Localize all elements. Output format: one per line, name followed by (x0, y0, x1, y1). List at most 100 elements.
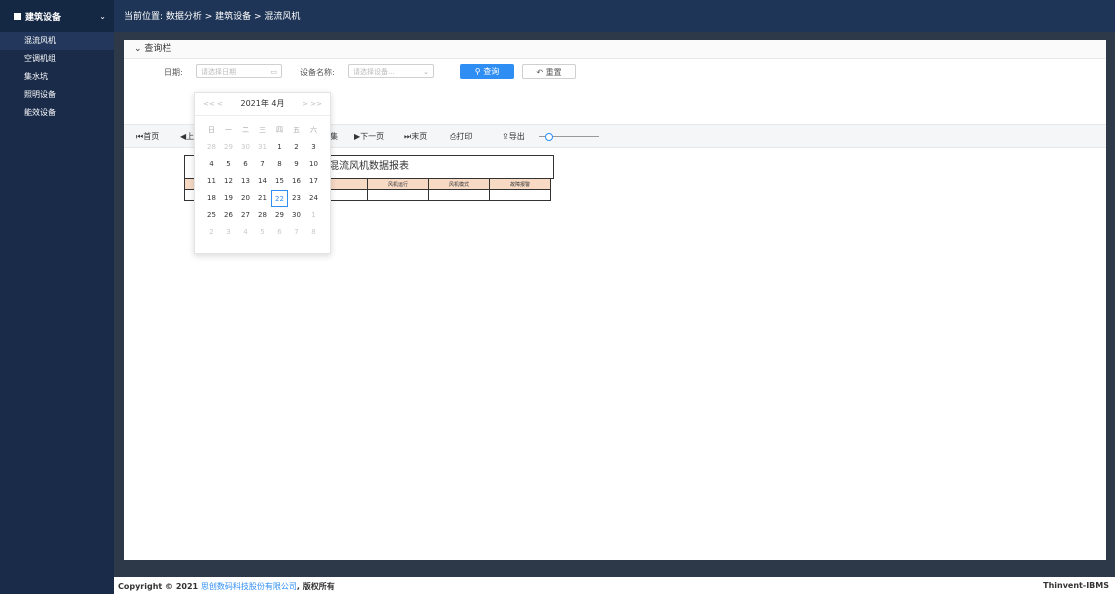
calendar-day[interactable]: 23 (288, 190, 305, 207)
reset-button[interactable]: ↶ 重置 (522, 64, 576, 79)
sidebar-item-sump[interactable]: 集水坑 (0, 68, 114, 86)
app-brand[interactable]: 建筑设备 ⌄ (0, 0, 114, 32)
next-page-button[interactable]: ▶下一页 (354, 131, 384, 142)
toolbar-partial-item[interactable]: 集 (330, 131, 338, 142)
calendar-day[interactable]: 10 (305, 156, 322, 173)
export-icon: ⇪ (502, 132, 509, 141)
last-page-button[interactable]: ⏭末页 (404, 131, 427, 142)
calendar-day[interactable]: 12 (220, 173, 237, 190)
calendar-day[interactable]: 9 (288, 156, 305, 173)
calendar-weekday: 一 (225, 126, 232, 134)
calendar-day[interactable]: 6 (271, 224, 288, 241)
calendar-day[interactable]: 8 (271, 156, 288, 173)
report-col: 风机运行 (367, 178, 429, 190)
calendar-day[interactable]: 19 (220, 190, 237, 207)
top-bar: 建筑设备 ⌄ 当前位置: 数据分析 > 建筑设备 > 混流风机 (0, 0, 1115, 32)
calendar-day[interactable]: 13 (237, 173, 254, 190)
calendar-day[interactable]: 7 (254, 156, 271, 173)
calendar-day[interactable]: 29 (220, 139, 237, 156)
calendar-day[interactable]: 24 (305, 190, 322, 207)
calendar-day[interactable]: 28 (203, 139, 220, 156)
calendar-day[interactable]: 1 (271, 139, 288, 156)
reset-icon: ↶ (536, 68, 546, 77)
print-button[interactable]: ⎙打印 (450, 131, 472, 142)
sidebar-item-lighting[interactable]: 照明设备 (0, 86, 114, 104)
calendar-day[interactable]: 2 (288, 139, 305, 156)
calendar-weekday: 二 (242, 126, 249, 134)
app-title: 建筑设备 (25, 12, 62, 23)
calendar-weekday: 五 (293, 126, 300, 134)
device-placeholder: 请选择设备... (353, 68, 395, 76)
calendar-icon: ▭ (270, 68, 277, 76)
menu-square-icon (14, 12, 21, 20)
report-col: 故障报警 (489, 178, 551, 190)
calendar-day[interactable]: 1 (305, 207, 322, 224)
search-button[interactable]: ⚲ 查询 (460, 64, 514, 79)
sidebar-item-energy[interactable]: 能效设备 (0, 104, 114, 122)
calendar-next-nav[interactable]: > >> (302, 93, 322, 115)
calendar-day[interactable]: 14 (254, 173, 271, 190)
calendar-day[interactable]: 2 (203, 224, 220, 241)
query-header-label: 查询栏 (144, 44, 172, 54)
calendar-grid: 日一二三四五六 28 29 30 31 1 2 3 4 5 6 7 8 9 10 11 12 13 14 15 16 17… (203, 122, 322, 241)
sidebar-item-ac-unit[interactable]: 空调机组 (0, 50, 114, 68)
company-link[interactable]: 思创数码科技股份有限公司 (201, 582, 297, 591)
calendar-weekday: 四 (276, 126, 283, 134)
calendar-day[interactable]: 3 (220, 224, 237, 241)
date-label: 日期: (164, 68, 183, 77)
query-form: 日期: 请选择日期 ▭ 设备名称: 请选择设备... ⌄ ⚲ 查询 ↶ 重置 (124, 59, 1106, 87)
calendar-weekday-row: 日一二三四五六 (203, 122, 322, 139)
date-input[interactable]: 请选择日期 ▭ (196, 64, 282, 78)
calendar-day[interactable]: 5 (254, 224, 271, 241)
first-page-button[interactable]: ⏮首页 (136, 131, 159, 142)
calendar-day[interactable]: 27 (237, 207, 254, 224)
calendar-day[interactable]: 30 (237, 139, 254, 156)
sidebar-item-mixed-fan[interactable]: 混流风机 (0, 32, 114, 50)
calendar-week-row: 2345678 (203, 224, 322, 241)
calendar-day[interactable]: 11 (203, 173, 220, 190)
copyright-text: Copyright © 2021 思创数码科技股份有限公司, 版权所有 (118, 582, 335, 591)
zoom-slider[interactable] (539, 133, 599, 141)
calendar-week-row: 18 19 20 21 22 23 24 (203, 190, 322, 207)
calendar-day[interactable]: 26 (220, 207, 237, 224)
calendar-day[interactable]: 6 (237, 156, 254, 173)
calendar-day[interactable]: 28 (254, 207, 271, 224)
calendar-day[interactable]: 21 (254, 190, 271, 207)
calendar-day[interactable]: 29 (271, 207, 288, 224)
calendar-day[interactable]: 5 (220, 156, 237, 173)
prev-page-button[interactable]: ◀上 (180, 131, 194, 142)
calendar-day[interactable]: 7 (288, 224, 305, 241)
calendar-week-row: 28 29 30 31 1 2 3 (203, 139, 322, 156)
calendar-day[interactable]: 3 (305, 139, 322, 156)
calendar-header: << < 2021年 4月 > >> (195, 93, 330, 116)
zoom-slider-knob[interactable] (545, 133, 553, 141)
search-icon: ⚲ (474, 67, 484, 76)
chevron-down-icon[interactable]: ⌄ (99, 12, 106, 21)
breadcrumb: 当前位置: 数据分析 > 建筑设备 > 混流风机 (124, 12, 301, 22)
calendar-day[interactable]: 15 (271, 173, 288, 190)
calendar-day[interactable]: 22 (271, 190, 288, 207)
calendar-day[interactable]: 25 (203, 207, 220, 224)
calendar-day[interactable]: 30 (288, 207, 305, 224)
calendar-weekday: 日 (208, 126, 215, 134)
calendar-day[interactable]: 20 (237, 190, 254, 207)
date-placeholder: 请选择日期 (201, 68, 236, 76)
calendar-weekday: 六 (310, 126, 317, 134)
export-button[interactable]: ⇪导出 (502, 131, 525, 142)
query-header[interactable]: ⌄ 查询栏 (124, 40, 1106, 59)
chevron-down-icon: ⌄ (423, 68, 429, 76)
calendar-day[interactable]: 31 (254, 139, 271, 156)
date-picker-dropdown: << < 2021年 4月 > >> 日一二三四五六 28 29 30 31 1 2 3 4 5 6… (194, 92, 331, 254)
chevron-down-icon[interactable]: ⌄ (134, 44, 142, 54)
device-select[interactable]: 请选择设备... ⌄ (348, 64, 434, 78)
calendar-day[interactable]: 16 (288, 173, 305, 190)
sidebar: 混流风机 空调机组 集水坑 照明设备 能效设备 (0, 32, 114, 594)
calendar-day[interactable]: 4 (237, 224, 254, 241)
calendar-day[interactable]: 8 (305, 224, 322, 241)
calendar-month-title: 2021年 4月 (240, 99, 285, 108)
calendar-day[interactable]: 18 (203, 190, 220, 207)
calendar-prev-nav[interactable]: << < (203, 93, 223, 115)
calendar-day[interactable]: 4 (203, 156, 220, 173)
calendar-day[interactable]: 17 (305, 173, 322, 190)
device-label: 设备名称: (300, 68, 335, 77)
